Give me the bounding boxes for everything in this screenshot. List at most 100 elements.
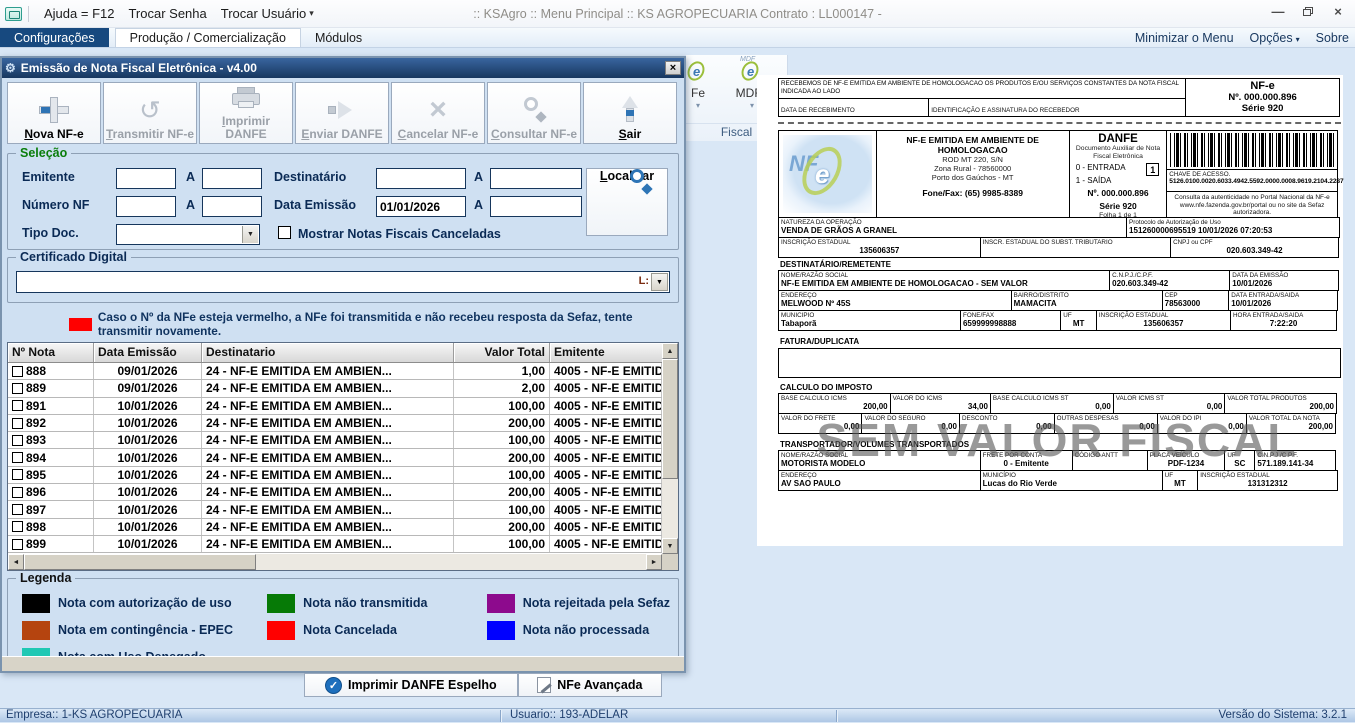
row-checkbox[interactable]: [12, 487, 23, 498]
tab-modulos[interactable]: Módulos: [301, 28, 376, 47]
imprimir-danfe-button[interactable]: Imprimir DANFE: [199, 82, 293, 144]
row-checkbox[interactable]: [12, 435, 23, 446]
row-checkbox[interactable]: [12, 452, 23, 463]
tab-producao-comercializacao[interactable]: Produção / Comercialização: [115, 28, 301, 47]
certificado-group: Certificado Digital L: ▼: [7, 257, 679, 303]
window-restore-button[interactable]: [1299, 4, 1317, 18]
transmitir-nfe-button[interactable]: ↺ Transmitir NF-e: [103, 82, 197, 144]
row-checkbox[interactable]: [12, 469, 23, 480]
col-data-header[interactable]: Data Emissão: [94, 343, 202, 362]
statusbar-usuario: Usuario:: 193-ADELAR: [510, 709, 628, 723]
minimizar-menu-link[interactable]: Minimizar o Menu: [1135, 31, 1234, 45]
window-minimize-button[interactable]: —: [1269, 4, 1287, 18]
chevron-down-icon[interactable]: ▾: [309, 8, 314, 19]
transp-frete-cell: FRETE POR CONTA0 - Emitente: [980, 450, 1073, 471]
row-checkbox[interactable]: [12, 504, 23, 515]
dest-nome-cell: NOME/RAZÃO SOCIALNF-E EMITIDA EM AMBIENT…: [778, 270, 1110, 291]
vertical-scroll-thumb[interactable]: [662, 359, 678, 479]
dest-fone-cell: FONE/FAX659999998888: [960, 310, 1061, 331]
menu-trocar-usuario[interactable]: Trocar Usuário: [214, 6, 313, 21]
row-checkbox[interactable]: [12, 400, 23, 411]
col-valor-header[interactable]: Valor Total: [454, 343, 550, 362]
table-row[interactable]: 893 10/01/2026 24 - NF-E EMITIDA EM AMBI…: [8, 432, 662, 449]
row-checkbox[interactable]: [12, 418, 23, 429]
range-a-label: A: [474, 198, 483, 212]
scroll-right-icon[interactable]: ►: [646, 554, 662, 570]
horizontal-scrollbar[interactable]: ◄ ►: [8, 554, 662, 570]
col-emitente-header[interactable]: Emitente: [550, 343, 678, 362]
dest-entrada-cell: DATA ENTRADA/SAIDA10/01/2026: [1228, 290, 1338, 311]
valor-seguro-cell: VALOR DO SEGURO0,00: [861, 413, 960, 434]
col-numero-header[interactable]: Nº Nota: [8, 343, 94, 362]
sobre-link[interactable]: Sobre: [1316, 31, 1349, 45]
scroll-up-icon[interactable]: ▲: [662, 343, 678, 359]
up-arrow-icon: [622, 94, 638, 126]
table-row[interactable]: 888 09/01/2026 24 - NF-E EMITIDA EM AMBI…: [8, 363, 662, 380]
data-emissao-de-input[interactable]: [376, 196, 466, 217]
mostrar-canceladas-checkbox[interactable]: [278, 226, 291, 239]
cancelar-nfe-button[interactable]: × Cancelar NF-e: [391, 82, 485, 144]
table-row[interactable]: 889 09/01/2026 24 - NF-E EMITIDA EM AMBI…: [8, 380, 662, 397]
menu-ajuda[interactable]: Ajuda = F12: [37, 6, 121, 21]
vertical-scrollbar[interactable]: ▲ ▼: [662, 343, 678, 554]
data-emissao-ate-input[interactable]: [490, 196, 582, 217]
row-checkbox[interactable]: [12, 539, 23, 550]
consultar-nfe-button[interactable]: Consultar NF-e: [487, 82, 581, 144]
table-row[interactable]: 898 10/01/2026 24 - NF-E EMITIDA EM AMBI…: [8, 519, 662, 536]
gear-icon: ⚙: [5, 61, 16, 75]
certificado-combobox[interactable]: L: ▼: [16, 271, 670, 293]
scroll-down-icon[interactable]: ▼: [662, 538, 678, 554]
tipo-doc-combobox[interactable]: ▼: [116, 224, 260, 245]
horizontal-scroll-thumb[interactable]: [24, 554, 256, 570]
menu-trocar-senha[interactable]: Trocar Senha: [121, 6, 213, 21]
table-row[interactable]: 896 10/01/2026 24 - NF-E EMITIDA EM AMBI…: [8, 484, 662, 501]
table-row[interactable]: 899 10/01/2026 24 - NF-E EMITIDA EM AMBI…: [8, 536, 662, 553]
table-row[interactable]: 897 10/01/2026 24 - NF-E EMITIDA EM AMBI…: [8, 501, 662, 518]
emitente-de-input[interactable]: [116, 168, 176, 189]
numero-ate-input[interactable]: [202, 196, 262, 217]
window-close-button[interactable]: ×: [1329, 4, 1347, 18]
dest-cep-cell: CEP78563000: [1162, 290, 1230, 311]
table-row[interactable]: 892 10/01/2026 24 - NF-E EMITIDA EM AMBI…: [8, 415, 662, 432]
numero-de-input[interactable]: [116, 196, 176, 217]
table-row[interactable]: 895 10/01/2026 24 - NF-E EMITIDA EM AMBI…: [8, 467, 662, 484]
dest-hora-cell: HORA ENTRADA/SAIDA7:22:20: [1230, 310, 1337, 331]
destinatario-de-input[interactable]: [376, 168, 466, 189]
dest-bairro-cell: BAIRRO/DISTRITOMAMACITA: [1011, 290, 1163, 311]
legend-color-chip: [267, 594, 295, 613]
data-recebimento-label: DATA DE RECEBIMENTO: [779, 106, 857, 115]
localizar-button[interactable]: Localizar: [586, 168, 668, 236]
inscricao-estadual-cell: INSCRIÇÃO ESTADUAL135606357: [778, 237, 981, 258]
enviar-danfe-button[interactable]: Enviar DANFE: [295, 82, 389, 144]
destinatario-ate-input[interactable]: [490, 168, 582, 189]
valor-icms-cell: VALOR DO ICMS34,00: [890, 393, 991, 414]
tab-configuracoes[interactable]: Configurações: [0, 28, 109, 47]
row-checkbox[interactable]: [12, 521, 23, 532]
combo-arrow-icon[interactable]: ▼: [651, 273, 668, 291]
dialog-close-button[interactable]: ×: [665, 61, 681, 75]
table-body: 888 09/01/2026 24 - NF-E EMITIDA EM AMBI…: [8, 363, 662, 554]
scroll-left-icon[interactable]: ◄: [8, 554, 24, 570]
col-destinatario-header[interactable]: Destinatario: [202, 343, 454, 362]
protocolo-cell: Protocolo de Autorização de Uso151260000…: [1126, 217, 1340, 238]
danfe-recibo-text: RECEBEMOS DE NF-E EMITIDA EM AMBIENTE DE…: [779, 79, 1185, 98]
nova-nfe-button[interactable]: Nova NF-e: [7, 82, 101, 144]
row-checkbox[interactable]: [12, 383, 23, 394]
dialog-titlebar[interactable]: ⚙ Emissão de Nota Fiscal Eletrônica - v4…: [2, 58, 684, 78]
range-a-label: A: [186, 198, 195, 212]
row-checkbox[interactable]: [12, 366, 23, 377]
statusbar-divider: [500, 710, 501, 722]
legend-color-chip: [22, 621, 50, 640]
emitente-ate-input[interactable]: [202, 168, 262, 189]
main-area: e Fe ▾ MDFe MDFe ▾ Fiscal RECEBEMOS DE N…: [0, 48, 1355, 708]
nfe-icon: e: [686, 59, 710, 85]
opcoes-link[interactable]: Opções▾: [1250, 31, 1300, 45]
range-a-label: A: [186, 170, 195, 184]
combo-arrow-icon[interactable]: ▼: [242, 226, 258, 243]
imposto-section-title: CALCULO DO IMPOSTO: [778, 381, 1341, 393]
nfe-avancada-button[interactable]: NFe Avançada: [518, 673, 662, 697]
sair-button[interactable]: Sair: [583, 82, 677, 144]
table-row[interactable]: 891 10/01/2026 24 - NF-E EMITIDA EM AMBI…: [8, 398, 662, 415]
table-row[interactable]: 894 10/01/2026 24 - NF-E EMITIDA EM AMBI…: [8, 449, 662, 466]
imprimir-danfe-espelho-button[interactable]: ✓ Imprimir DANFE Espelho: [304, 673, 518, 697]
